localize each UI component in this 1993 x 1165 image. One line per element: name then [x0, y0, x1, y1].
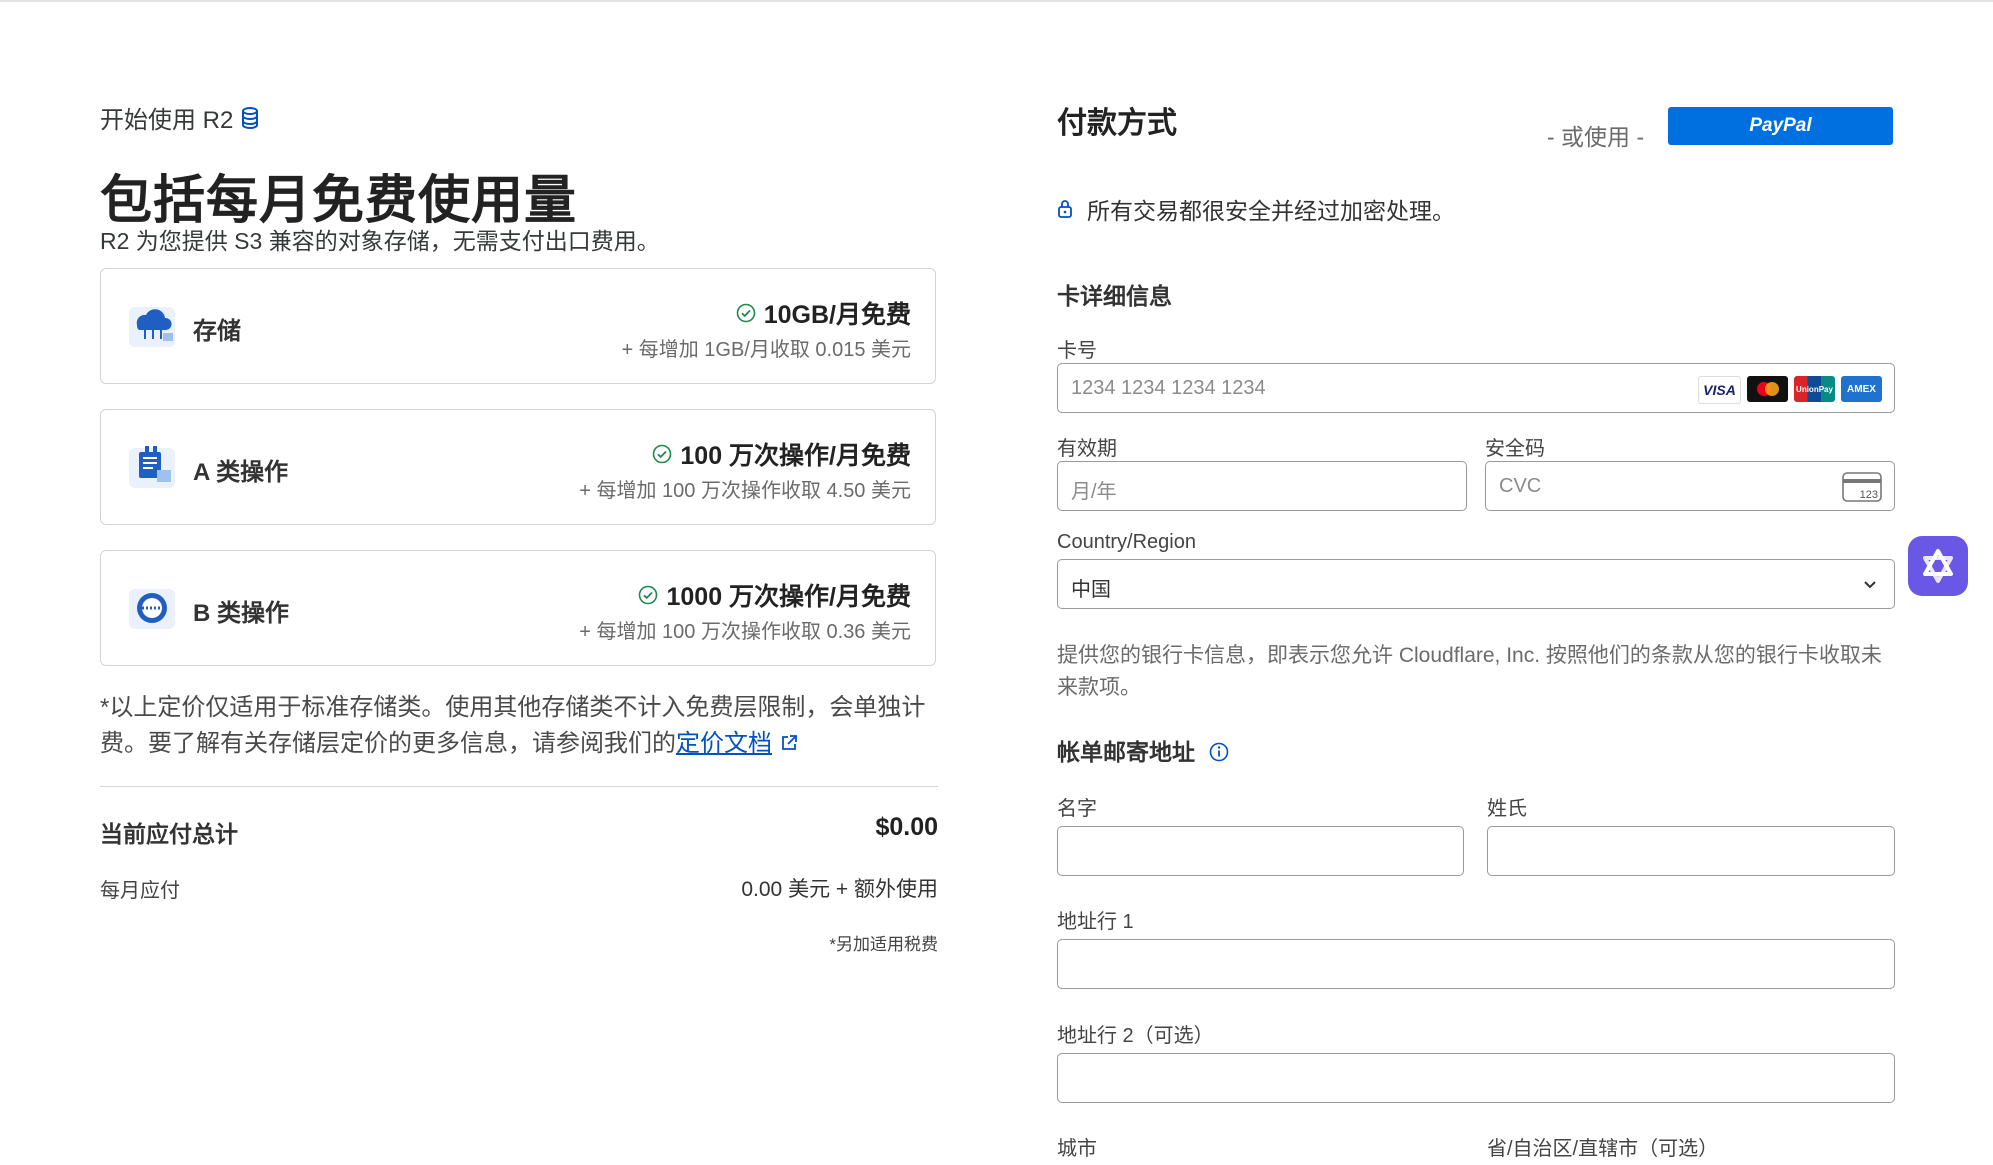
check-circle-icon	[736, 303, 756, 323]
card-brands: VISA UnionPay AMEX	[1698, 376, 1882, 404]
pricing-note: *以上定价仅适用于标准存储类。使用其他存储类不计入免费层限制，会单独计费。要了解…	[100, 690, 940, 762]
card-number-label: 卡号	[1057, 340, 1097, 362]
secure-text: 所有交易都很安全并经过加密处理。	[1087, 198, 1455, 224]
card-name: 存储	[193, 318, 241, 345]
province-label: 省/自治区/直辖市（可选）	[1487, 1138, 1719, 1160]
billing-heading-text: 帐单邮寄地址	[1057, 739, 1195, 765]
paypal-button[interactable]: PayPal	[1668, 107, 1893, 145]
or-use-label: - 或使用 -	[1547, 124, 1645, 150]
payment-title: 付款方式	[1057, 107, 1177, 140]
pricing-card-storage: 存储 10GB/月免费 + 每增加 1GB/月收取 0.015 美元	[100, 268, 936, 384]
amex-icon: AMEX	[1841, 376, 1882, 402]
card-number-placeholder: 1234 1234 1234 1234	[1071, 377, 1266, 399]
free-tier-text: 10GB/月免费	[763, 301, 911, 329]
cloud-storage-icon	[129, 307, 175, 347]
country-value: 中国	[1071, 579, 1111, 601]
first-name-input[interactable]	[1057, 826, 1464, 876]
extra-cost: + 每增加 100 万次操作收取 0.36 美元	[579, 621, 911, 643]
pricing-note-text: *以上定价仅适用于标准存储类。使用其他存储类不计入免费层限制，会单独计费。要了解…	[100, 694, 926, 757]
subline: R2 为您提供 S3 兼容的对象存储，无需支付出口费用。	[100, 228, 660, 254]
billing-heading: 帐单邮寄地址	[1057, 733, 1229, 767]
monthly-due-label: 每月应付	[100, 880, 180, 902]
total-due-value: $0.00	[875, 813, 938, 841]
card-name: A 类操作	[193, 459, 289, 486]
cvc-icon-text: 123	[1860, 489, 1878, 501]
cvc-label: 安全码	[1485, 438, 1545, 460]
card-details-heading: 卡详细信息	[1057, 283, 1172, 309]
expiry-placeholder: 月/年	[1071, 481, 1117, 503]
info-icon[interactable]	[1209, 742, 1229, 762]
address-line1-label: 地址行 1	[1057, 911, 1134, 933]
tax-note: *另加适用税费	[829, 935, 938, 954]
pricing-card-class-b: B 类操作 1000 万次操作/月免费 + 每增加 100 万次操作收取 0.3…	[100, 550, 936, 666]
expiry-label: 有效期	[1057, 438, 1117, 460]
class-a-operations-icon	[129, 446, 175, 488]
eyebrow-text: 开始使用 R2	[100, 107, 234, 134]
eyebrow: 开始使用 R2	[100, 100, 259, 135]
extra-cost: + 每增加 1GB/月收取 0.015 美元	[621, 339, 911, 361]
divider	[100, 786, 938, 787]
database-icon	[242, 106, 259, 129]
free-tier: 1000 万次操作/月免费	[638, 577, 911, 613]
visa-icon: VISA	[1698, 376, 1741, 404]
class-b-operations-icon	[129, 589, 175, 629]
free-tier: 100 万次操作/月免费	[652, 436, 911, 472]
address-line1-input[interactable]	[1057, 939, 1895, 989]
card-name: B 类操作	[193, 600, 289, 627]
consent-text: 提供您的银行卡信息，即表示您允许 Cloudflare, Inc. 按照他们的条…	[1057, 644, 1882, 699]
country-label: Country/Region	[1057, 531, 1196, 553]
mastercard-icon	[1747, 376, 1788, 402]
lock-icon	[1058, 200, 1072, 218]
secure-notice: 所有交易都很安全并经过加密处理。	[1057, 192, 1455, 226]
chevron-down-icon	[1864, 581, 1876, 589]
free-tier: 10GB/月免费	[736, 295, 911, 331]
check-circle-icon	[639, 585, 658, 605]
external-link-icon[interactable]	[780, 734, 798, 752]
last-name-input[interactable]	[1487, 826, 1895, 876]
extra-cost: + 每增加 100 万次操作收取 4.50 美元	[579, 480, 911, 502]
check-circle-icon	[653, 444, 672, 464]
first-name-label: 名字	[1057, 798, 1097, 820]
pricing-docs-link[interactable]: 定价文档	[676, 730, 772, 757]
unionpay-icon: UnionPay	[1794, 376, 1835, 402]
country-select[interactable]: 中国	[1057, 559, 1895, 609]
expiry-input[interactable]: 月/年	[1057, 461, 1467, 511]
city-label: 城市	[1057, 1138, 1097, 1160]
assistant-icon	[1923, 549, 1953, 583]
free-tier-text: 1000 万次操作/月免费	[666, 583, 911, 611]
free-tier-text: 100 万次操作/月免费	[680, 442, 911, 470]
cvc-placeholder: CVC	[1499, 475, 1542, 497]
last-name-label: 姓氏	[1487, 798, 1527, 820]
card-number-input[interactable]: 1234 1234 1234 1234 VISA UnionPay AMEX	[1057, 363, 1895, 413]
top-border	[0, 0, 1993, 2]
monthly-due-value: 0.00 美元 + 额外使用	[741, 878, 938, 901]
cvc-input[interactable]: CVC 123	[1485, 461, 1895, 511]
address-line2-label: 地址行 2（可选）	[1057, 1025, 1214, 1047]
ai-assistant-button[interactable]	[1908, 536, 1968, 596]
address-line2-input[interactable]	[1057, 1053, 1895, 1103]
pricing-card-class-a: A 类操作 100 万次操作/月免费 + 每增加 100 万次操作收取 4.50…	[100, 409, 936, 525]
cvc-card-icon: 123	[1842, 472, 1882, 502]
total-due-label: 当前应付总计	[100, 821, 238, 847]
